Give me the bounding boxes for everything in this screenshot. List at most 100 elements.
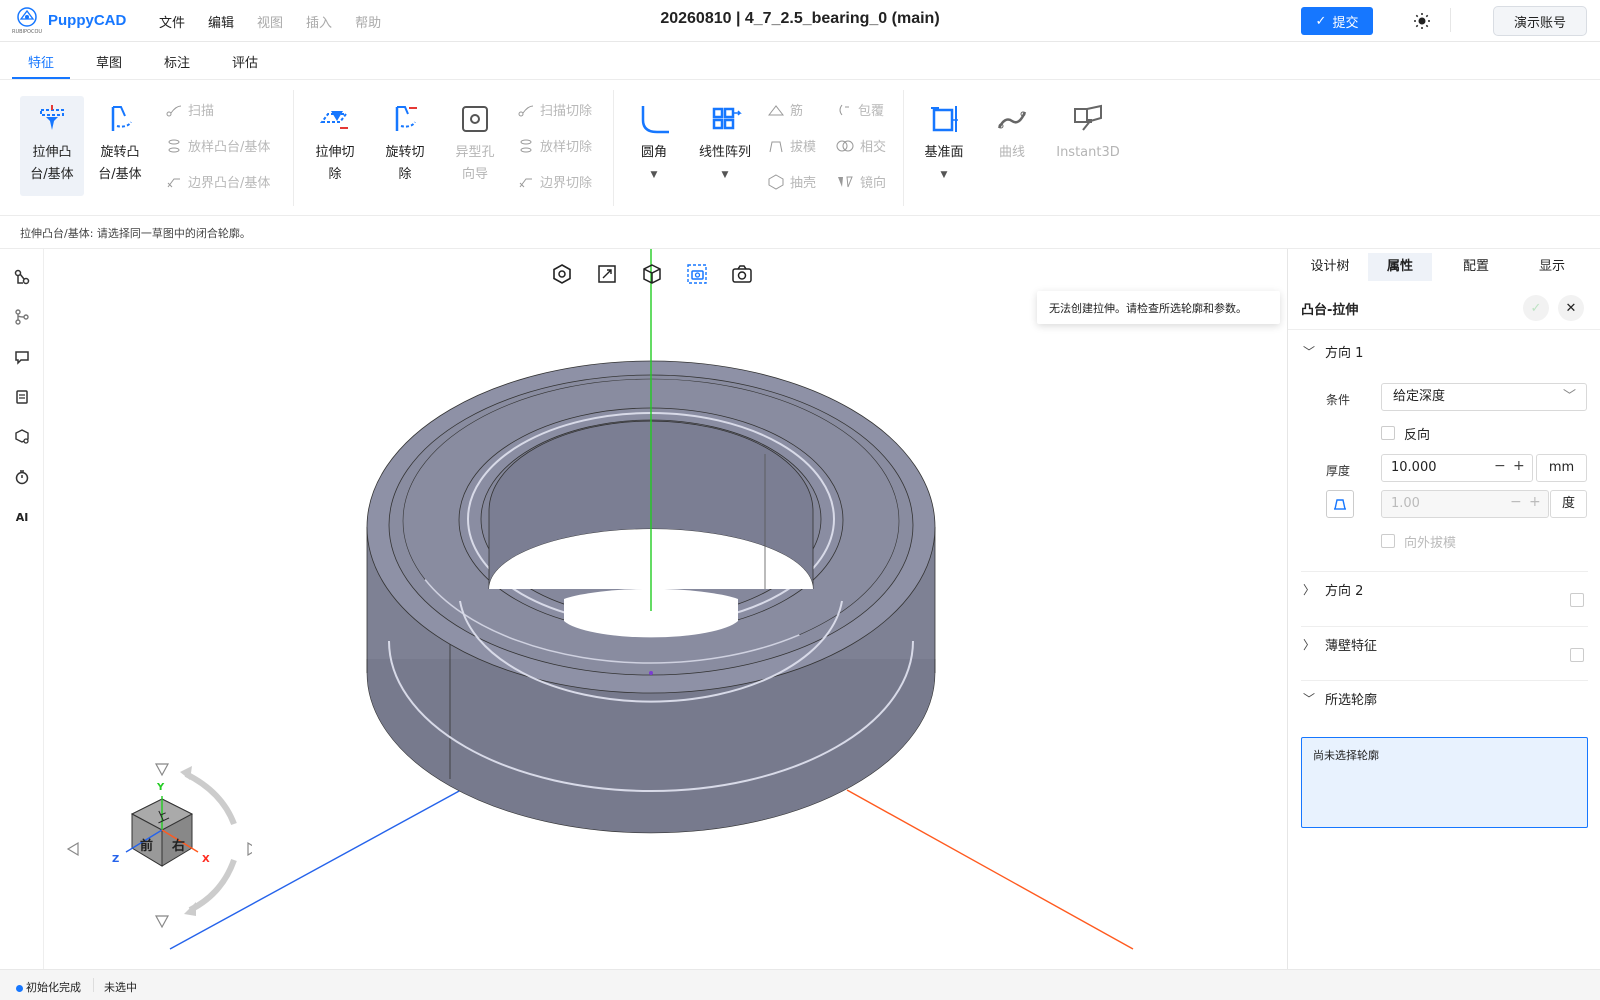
revolve-boss-button[interactable]: 旋转凸 台/基体: [88, 96, 152, 186]
ai-assistant-button[interactable]: AI: [12, 507, 32, 527]
linear-pattern-button[interactable]: 线性阵列 ▼: [690, 96, 760, 186]
command-hint: 拉伸凸台/基体: 请选择同一草图中的闭合轮廓。: [20, 227, 251, 240]
section-view-icon[interactable]: [686, 263, 708, 285]
screenshot-camera-icon[interactable]: [731, 263, 753, 285]
document-list-icon[interactable]: [12, 387, 32, 407]
draft-icon: [1334, 499, 1346, 510]
loft-cut-button[interactable]: 放样切除: [518, 136, 592, 155]
status-init: 初始化完成: [16, 979, 81, 995]
thickness-unit-select[interactable]: mm: [1536, 454, 1587, 482]
revolve-cut-button[interactable]: 旋转切 除: [373, 96, 437, 186]
view-cube[interactable]: 上 前 右 Y Z X: [62, 752, 260, 932]
wrap-button[interactable]: 包覆: [836, 100, 884, 119]
hole-wizard-button[interactable]: 异型孔 向导: [443, 96, 507, 186]
tab-properties[interactable]: 属性: [1368, 253, 1432, 281]
ribbon-divider: [293, 90, 294, 206]
comment-icon[interactable]: [12, 347, 32, 367]
axis-z-label: Z: [112, 854, 120, 865]
tab-annotation[interactable]: 标注: [164, 52, 190, 71]
boundary-cut-button[interactable]: 边界切除: [518, 172, 592, 191]
direction-1-section[interactable]: ﹀ 方向 1: [1303, 342, 1363, 361]
status-dot-icon: [16, 984, 23, 992]
wrap-icon: [839, 104, 849, 115]
assembly-tree-icon[interactable]: [12, 267, 32, 287]
thin-feature-section[interactable]: 〉 薄壁特征: [1303, 635, 1377, 654]
close-icon[interactable]: ✕: [1558, 295, 1584, 321]
instant3d-button[interactable]: Instant3D: [1046, 96, 1130, 164]
draft-button[interactable]: 拔模: [768, 136, 816, 155]
tab-configuration[interactable]: 配置: [1444, 253, 1508, 281]
part-search-icon[interactable]: [12, 427, 32, 447]
tab-evaluate[interactable]: 评估: [232, 52, 258, 71]
mirror-button[interactable]: 镜向: [836, 172, 886, 191]
selected-profiles-list[interactable]: 尚未选择轮廓: [1301, 737, 1588, 828]
cube-view-icon[interactable]: [641, 263, 663, 285]
confirm-check-icon[interactable]: ✓: [1523, 295, 1549, 321]
loft-button[interactable]: 放样凸台/基体: [166, 136, 270, 155]
increment-plus-icon[interactable]: +: [1513, 458, 1525, 474]
tab-display[interactable]: 显示: [1520, 253, 1584, 281]
rib-button[interactable]: 筋: [768, 100, 803, 119]
end-condition-select[interactable]: 给定深度 ﹀: [1381, 383, 1587, 411]
linear-pattern-dropdown-icon[interactable]: ▼: [690, 164, 760, 186]
hexagon-view-icon[interactable]: [551, 263, 573, 285]
draft-unit-select[interactable]: 度: [1550, 490, 1587, 518]
view-toolbar: [551, 263, 753, 285]
sweep-cut-icon: [518, 105, 534, 116]
reference-plane-button[interactable]: 基准面 ▼: [912, 96, 976, 186]
axis-y-label: Y: [157, 782, 165, 793]
fit-view-icon[interactable]: [596, 263, 618, 285]
status-divider: [93, 978, 94, 992]
boundary-cut-label: 边界切除: [540, 176, 593, 191]
draft-outward-checkbox[interactable]: [1381, 534, 1395, 548]
tab-design-tree[interactable]: 设计树: [1298, 253, 1362, 281]
extrude-boss-label-2: 台/基体: [30, 167, 74, 182]
boundary-icon: [167, 178, 180, 187]
draft-angle-input[interactable]: 1.00: [1381, 490, 1549, 518]
selected-profiles-section[interactable]: ﹀ 所选轮廓: [1303, 689, 1377, 708]
decrement-minus-icon[interactable]: −: [1494, 458, 1506, 474]
view-cube-front-label[interactable]: 前: [140, 835, 153, 854]
account-button[interactable]: 演示账号: [1493, 6, 1587, 36]
3d-viewport[interactable]: 上 前 右 Y Z X: [44, 249, 1287, 969]
revolve-boss-icon: [88, 96, 152, 142]
shell-icon: [768, 173, 784, 190]
shell-button[interactable]: 抽壳: [768, 172, 816, 191]
thin-feature-checkbox[interactable]: [1570, 648, 1584, 662]
reverse-direction-checkbox[interactable]: [1381, 426, 1395, 440]
direction-2-section[interactable]: 〉 方向 2: [1303, 580, 1363, 599]
stopwatch-icon[interactable]: [12, 467, 32, 487]
thickness-input[interactable]: 10.000: [1381, 454, 1533, 482]
draft-increment-plus-icon[interactable]: +: [1529, 494, 1541, 510]
submit-button[interactable]: ✓ 提交: [1301, 7, 1373, 35]
boundary-button[interactable]: 边界凸台/基体: [166, 172, 270, 191]
extrude-cut-label-2: 除: [328, 167, 342, 182]
branch-icon[interactable]: [12, 307, 32, 327]
direction-2-checkbox[interactable]: [1570, 593, 1584, 607]
error-tooltip: 无法创建拉伸。请检查所选轮廓和参数。: [1037, 291, 1280, 324]
theme-toggle-sun-icon[interactable]: [1413, 12, 1431, 30]
sweep-cut-button[interactable]: 扫描切除: [518, 100, 592, 119]
loft-cut-icon: [520, 139, 532, 152]
extrude-cut-button[interactable]: 拉伸切 除: [303, 96, 367, 186]
tab-sketch[interactable]: 草图: [96, 52, 122, 71]
loft-cut-label: 放样切除: [540, 140, 593, 155]
extrude-boss-button[interactable]: 拉伸凸 台/基体: [20, 96, 84, 196]
tab-features[interactable]: 特征: [28, 52, 54, 71]
draft-toggle-button[interactable]: [1326, 490, 1354, 518]
fillet-dropdown-icon[interactable]: ▼: [622, 164, 686, 186]
sweep-button[interactable]: 扫描: [166, 100, 214, 119]
fillet-button[interactable]: 圆角 ▼: [622, 96, 686, 186]
status-selection: 未选中: [104, 981, 137, 994]
reference-plane-dropdown-icon[interactable]: ▼: [912, 164, 976, 186]
selected-profiles-label: 所选轮廓: [1325, 693, 1378, 708]
fillet-icon: [622, 96, 686, 142]
draft-outward-label: 向外拔模: [1404, 536, 1457, 551]
status-bar: 初始化完成 未选中: [0, 969, 1600, 1000]
intersect-button[interactable]: 相交: [836, 136, 886, 155]
extrude-cut-label-1: 拉伸切: [315, 145, 355, 160]
curve-button[interactable]: 曲线: [980, 96, 1044, 164]
draft-decrement-minus-icon[interactable]: −: [1510, 494, 1522, 510]
check-icon: ✓: [1315, 13, 1327, 29]
view-cube-right-label[interactable]: 右: [172, 835, 185, 854]
